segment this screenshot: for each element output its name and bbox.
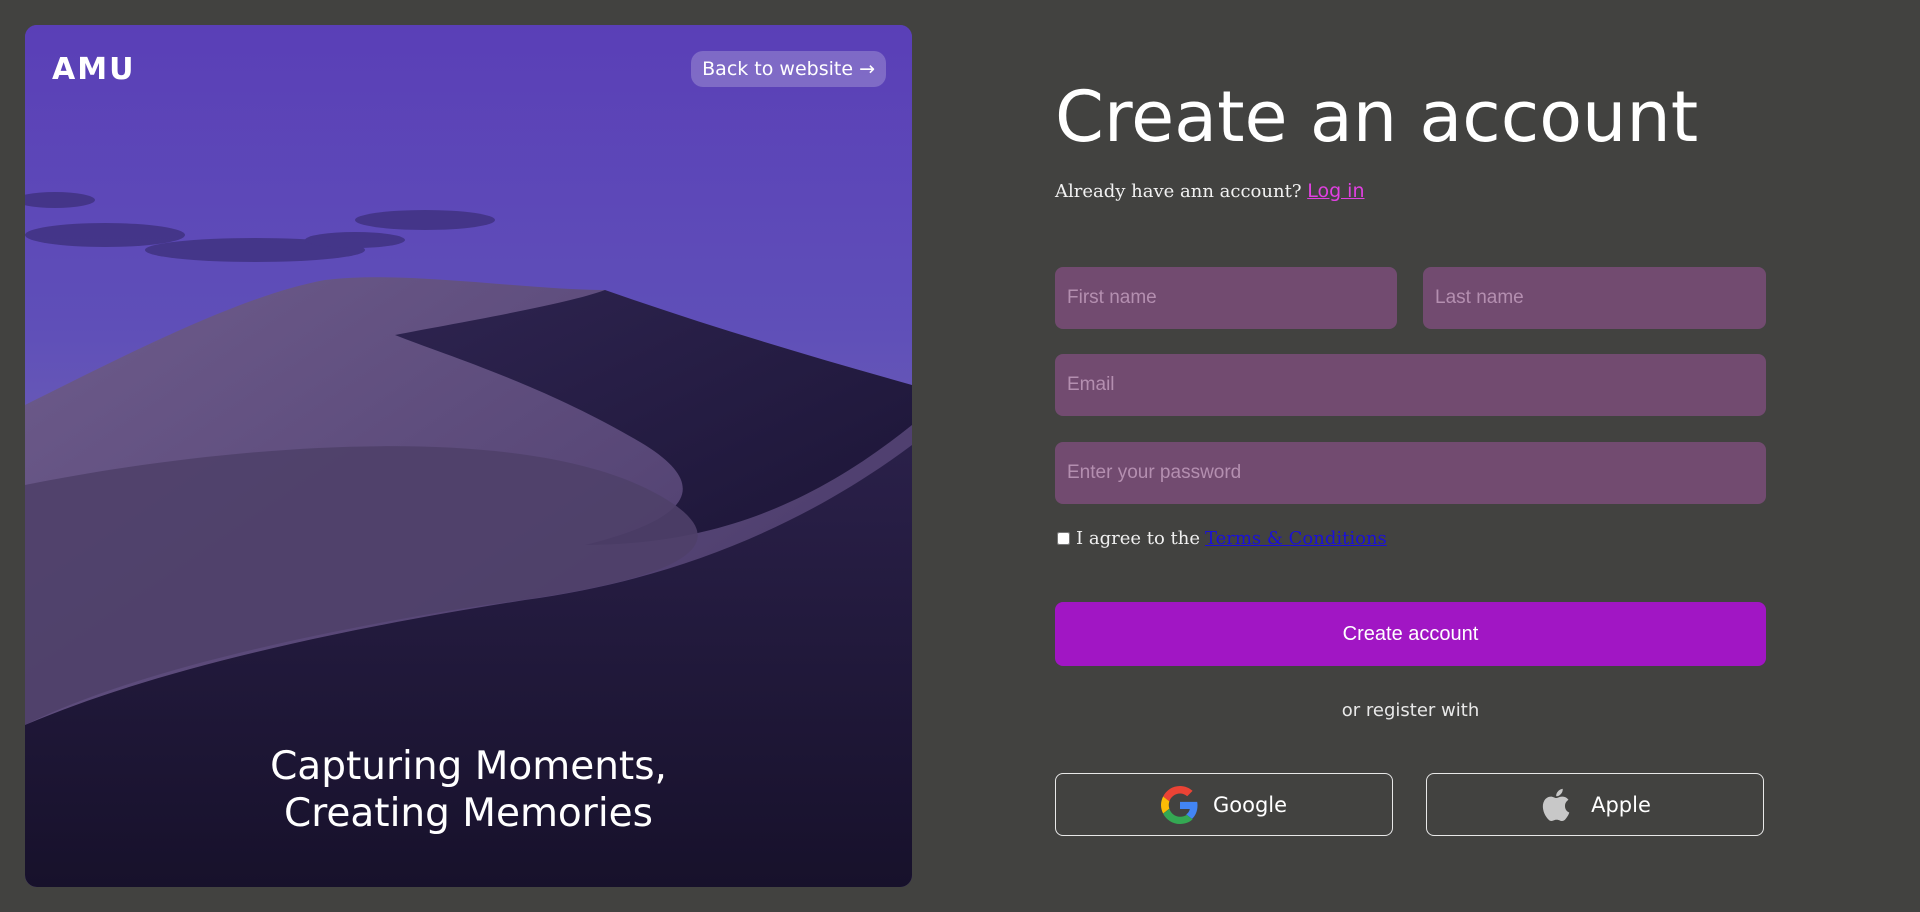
back-to-website-button[interactable]: Back to website → xyxy=(691,51,886,87)
or-register-divider: or register with xyxy=(1341,700,1480,721)
create-account-button[interactable]: Create account xyxy=(1055,602,1766,666)
terms-checkbox[interactable] xyxy=(1057,532,1070,545)
hero-panel: AMU Back to website → Capturing Moments,… xyxy=(25,25,912,887)
terms-prefix: I agree to the xyxy=(1076,528,1200,549)
last-name-input[interactable] xyxy=(1423,267,1766,329)
google-register-button[interactable]: Google xyxy=(1055,773,1393,836)
hero-tagline: Capturing Moments, Creating Memories xyxy=(25,743,912,837)
brand-logo: AMU xyxy=(52,52,136,87)
page-title: Create an account xyxy=(1055,76,1699,158)
tagline-line-1: Capturing Moments, xyxy=(270,744,667,789)
email-input[interactable] xyxy=(1055,354,1766,416)
apple-logo-icon xyxy=(1542,788,1570,821)
first-name-input[interactable] xyxy=(1055,267,1397,329)
google-label: Google xyxy=(1212,792,1288,817)
tagline-line-2: Creating Memories xyxy=(284,791,653,836)
login-link[interactable]: Log in xyxy=(1307,180,1364,202)
apple-label: Apple xyxy=(1591,792,1651,817)
password-input[interactable] xyxy=(1055,442,1766,504)
terms-link[interactable]: Terms & Conditions xyxy=(1205,528,1387,549)
terms-agreement: I agree to the Terms & Conditions xyxy=(1055,528,1387,549)
login-prompt-text: Already have ann account? xyxy=(1055,181,1302,202)
apple-register-button[interactable]: Apple xyxy=(1426,773,1764,836)
login-prompt: Already have ann account? Log in xyxy=(1055,180,1365,202)
google-logo-icon xyxy=(1160,785,1198,824)
